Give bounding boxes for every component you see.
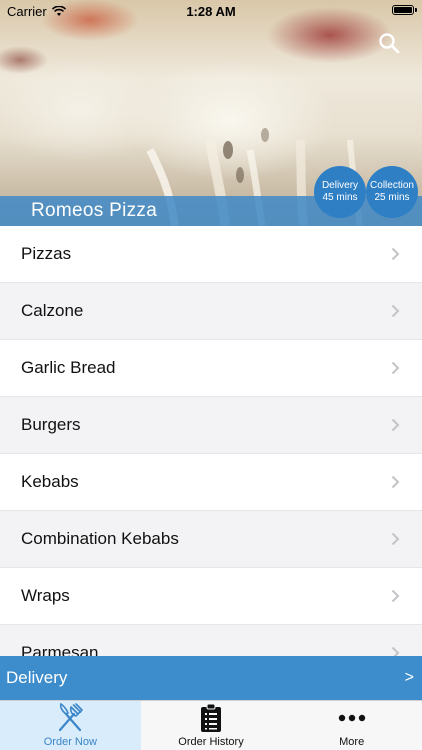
menu-item-label: Burgers bbox=[21, 415, 81, 434]
chevron-right-icon bbox=[391, 532, 400, 546]
menu-item-label: Garlic Bread bbox=[21, 358, 116, 377]
menu-item-wraps[interactable]: Wraps bbox=[0, 568, 422, 625]
menu-item-calzone[interactable]: Calzone bbox=[0, 283, 422, 340]
fork-knife-icon bbox=[59, 702, 84, 732]
delivery-arrow: > bbox=[404, 669, 414, 686]
delivery-badge-time: 45 mins bbox=[322, 192, 358, 203]
menu-item-label: Calzone bbox=[21, 301, 84, 320]
battery-icon bbox=[392, 5, 417, 15]
collection-badge-title: Collection bbox=[370, 180, 414, 191]
chevron-right-icon bbox=[391, 646, 400, 656]
hero-banner: Carrier 1:28 AM Romeos Pizza Delivery 45… bbox=[0, 0, 422, 226]
delivery-mode-label: Delivery bbox=[6, 668, 68, 687]
chevron-right-icon bbox=[391, 589, 400, 603]
chevron-right-icon bbox=[391, 418, 400, 432]
menu-item-label: Pizzas bbox=[21, 244, 72, 263]
menu-item-label: Wraps bbox=[21, 586, 70, 605]
menu-item-garlic-bread[interactable]: Garlic Bread bbox=[0, 340, 422, 397]
tab-order-history[interactable]: Order History bbox=[141, 701, 282, 750]
menu-item-burgers[interactable]: Burgers bbox=[0, 397, 422, 454]
menu-item-kebabs[interactable]: Kebabs bbox=[0, 454, 422, 511]
restaurant-name: Romeos Pizza bbox=[31, 200, 158, 221]
status-bar: Carrier 1:28 AM bbox=[0, 0, 422, 22]
status-time: 1:28 AM bbox=[186, 3, 236, 19]
tab-more[interactable]: More bbox=[281, 701, 422, 750]
menu-item-label: Kebabs bbox=[21, 472, 79, 491]
delivery-time-badge: Delivery 45 mins bbox=[314, 166, 366, 218]
menu-item-combination-kebabs[interactable]: Combination Kebabs bbox=[0, 511, 422, 568]
delivery-badge-title: Delivery bbox=[321, 180, 359, 191]
menu-item-label: Combination Kebabs bbox=[21, 529, 179, 548]
menu-item-label: Parmesan bbox=[21, 643, 99, 656]
chevron-right-icon bbox=[391, 475, 400, 489]
menu-item-pizzas[interactable]: Pizzas bbox=[0, 226, 422, 283]
chevron-right-icon bbox=[391, 361, 400, 375]
tab-order-now[interactable]: Order Now bbox=[0, 701, 141, 750]
delivery-mode-bar[interactable]: Delivery > bbox=[0, 656, 422, 700]
collection-badge-time: 25 mins bbox=[374, 192, 410, 203]
tab-label: More bbox=[339, 736, 365, 748]
chevron-right-icon bbox=[391, 304, 400, 318]
tab-label: Order History bbox=[178, 736, 244, 748]
tab-bar: Order Now Order History More bbox=[0, 700, 422, 750]
collection-time-badge: Collection 25 mins bbox=[366, 166, 418, 218]
search-icon[interactable] bbox=[378, 32, 400, 54]
clipboard-list-icon bbox=[201, 703, 221, 732]
tab-label: Order Now bbox=[43, 736, 97, 748]
menu-category-list: Pizzas Calzone Garlic Bread Burgers Keba… bbox=[0, 226, 422, 656]
chevron-right-icon bbox=[391, 247, 400, 261]
menu-item-parmesan[interactable]: Parmesan bbox=[0, 625, 422, 656]
more-dots-icon bbox=[338, 714, 365, 722]
